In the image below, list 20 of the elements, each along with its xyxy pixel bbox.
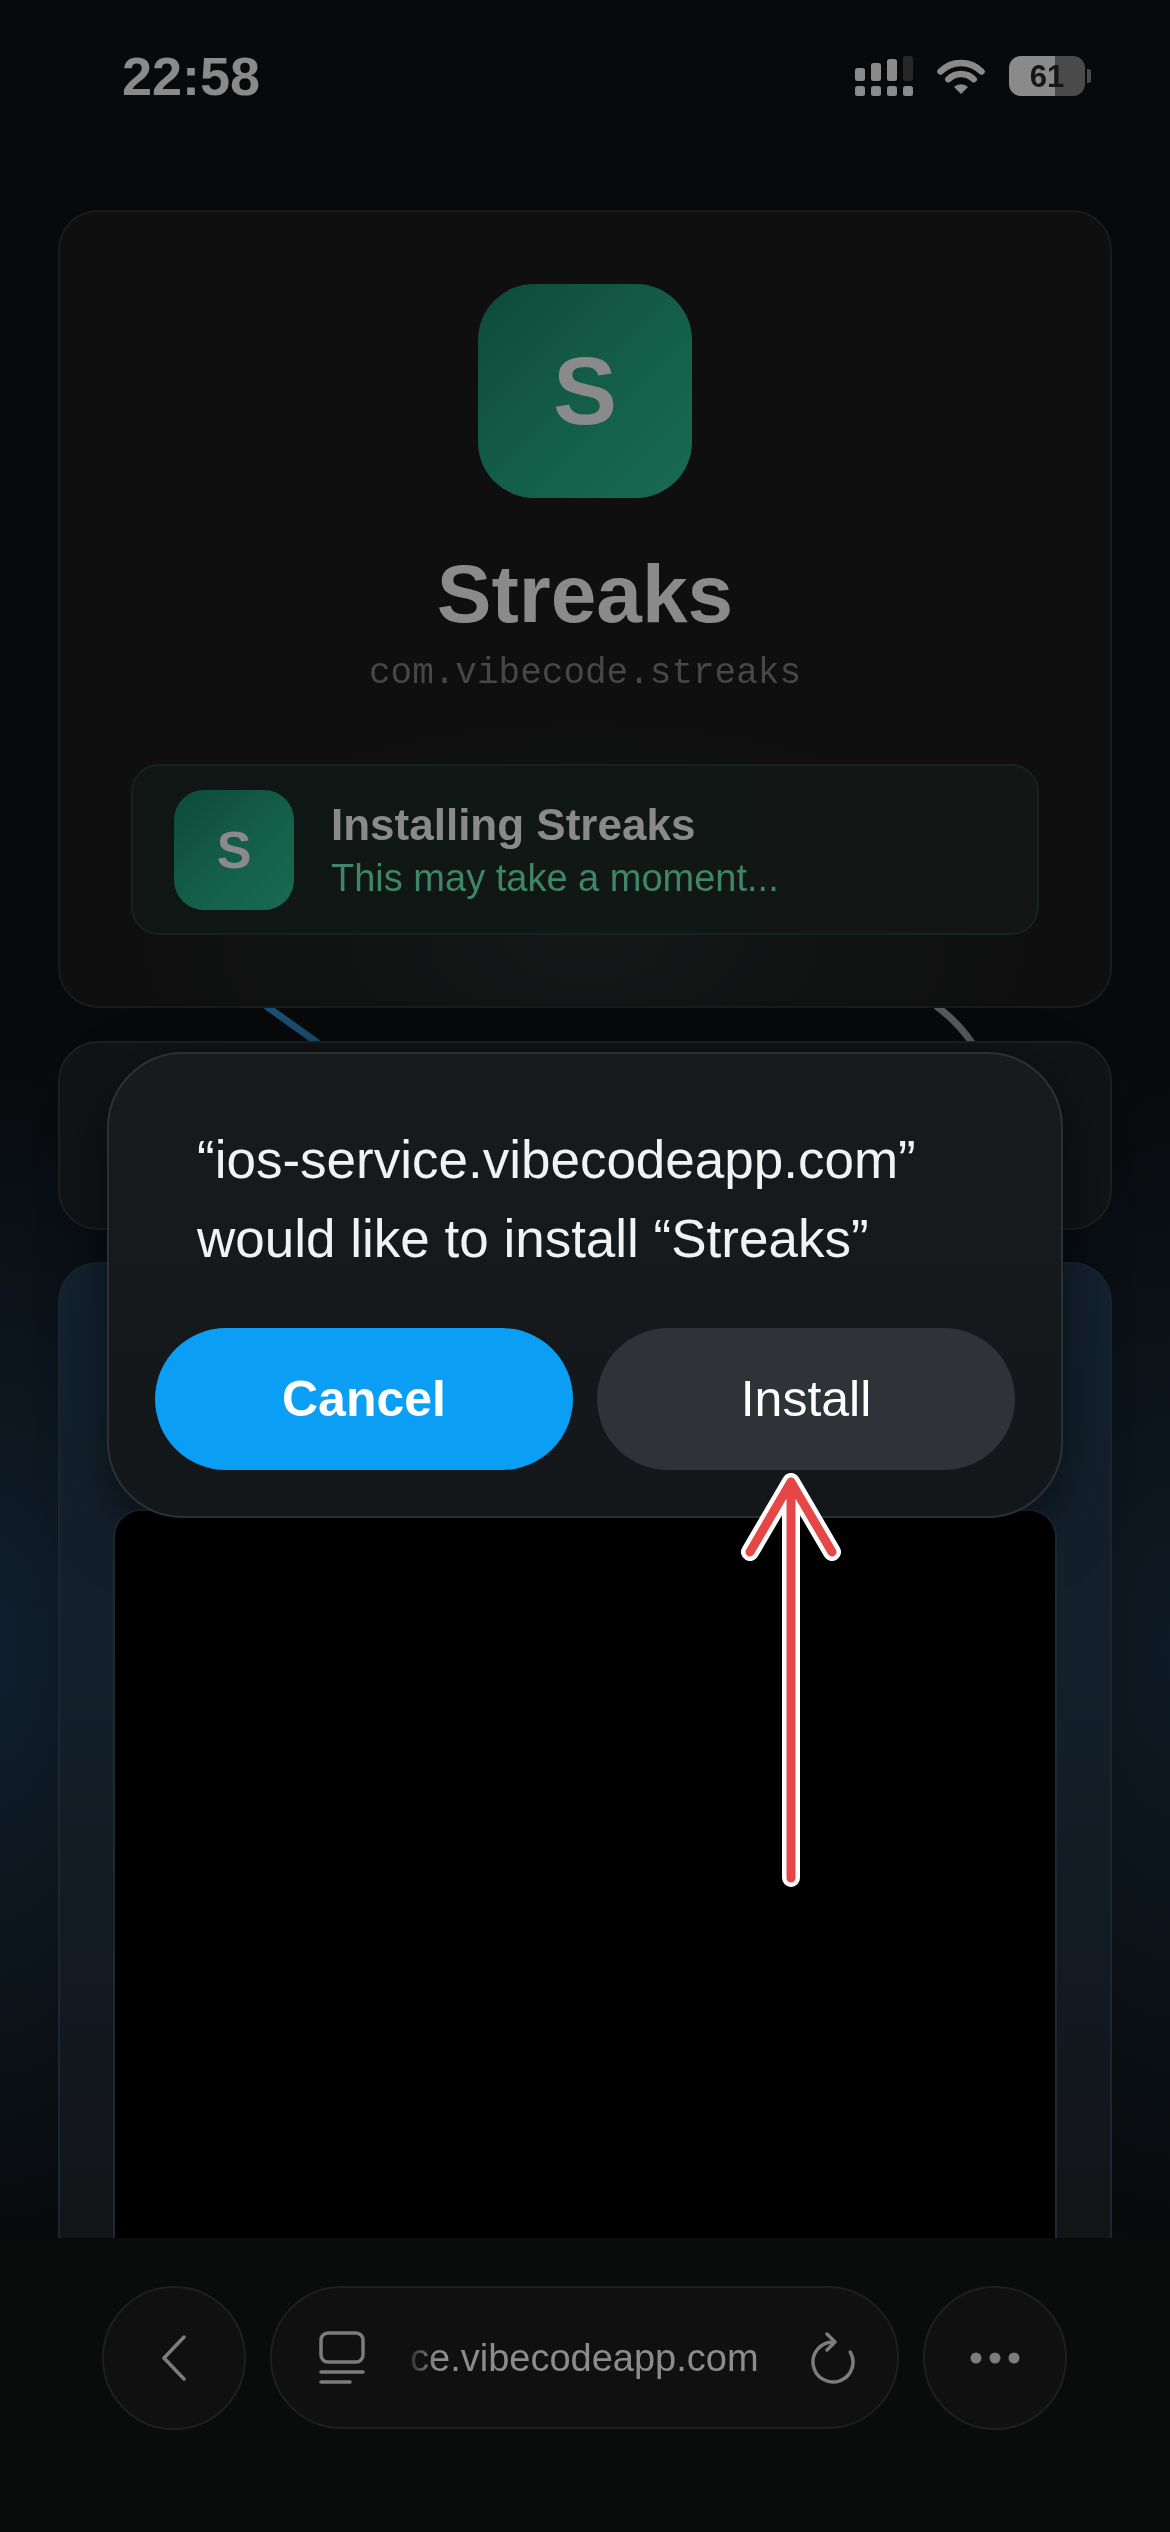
bundle-id: com.vibecode.streaks <box>368 652 802 696</box>
page-icon[interactable] <box>319 2330 365 2385</box>
url-text: ce.vibecodeapp.com <box>410 2335 759 2381</box>
more-icon <box>970 2352 1020 2364</box>
arc-segment <box>933 1008 975 1041</box>
install-subtitle: This may take a moment... <box>331 855 779 901</box>
address-bar[interactable]: ce.vibecodeapp.com <box>270 2286 899 2429</box>
cancel-button[interactable]: Cancel <box>155 1328 573 1470</box>
wifi-icon <box>937 57 985 95</box>
signal-icon <box>855 56 913 96</box>
arc-segment <box>263 1008 321 1041</box>
app-icon: S <box>174 789 294 910</box>
app-icon: S <box>478 284 692 498</box>
install-title: Installing Streaks <box>331 798 697 851</box>
status-time: 22:58 <box>122 49 261 103</box>
app-name: Streaks <box>436 548 734 640</box>
install-button[interactable]: Install <box>597 1328 1015 1470</box>
back-icon <box>161 2335 187 2381</box>
dialog-message: “ios-service.vibecodeapp.com” would like to install “Streaks” <box>196 1129 917 1270</box>
reload-icon[interactable] <box>810 2330 856 2385</box>
